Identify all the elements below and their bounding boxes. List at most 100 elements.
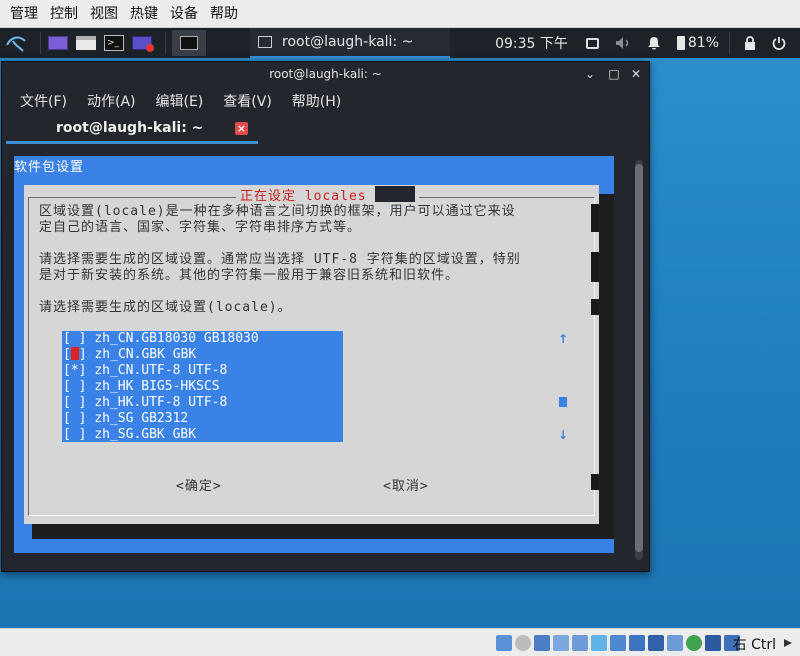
usb-icon[interactable] — [572, 635, 588, 651]
cancel-button[interactable]: <取消> — [383, 475, 429, 494]
terminal-icon — [258, 36, 272, 48]
minimize-button[interactable]: ⌄ — [580, 62, 600, 86]
description-line: 定自己的语言、国家、字符集、字符串排序方式等。 — [39, 220, 362, 235]
top-panel: >_ root@laugh-kali: ~ 09:35 下午 81% — [0, 28, 800, 58]
description-line: 请选择需要生成的区域设置。通常应当选择 UTF-8 字符集的区域设置，特别 — [39, 252, 521, 267]
locale-checkbox[interactable]: [ ] — [63, 411, 86, 426]
clock[interactable]: 09:35 下午 — [495, 33, 568, 53]
display-icon[interactable] — [585, 37, 599, 49]
edge-mark — [591, 252, 599, 282]
host-menu-devices[interactable]: 设备 — [164, 0, 204, 28]
screen-recorder-icon[interactable] — [131, 33, 154, 53]
host-menu-manage[interactable]: 管理 — [4, 0, 44, 28]
locale-checkbox[interactable]: [ ] — [63, 427, 86, 442]
panel-separator — [165, 32, 166, 54]
menu-actions[interactable]: 动作(A) — [81, 91, 142, 111]
locale-checkbox[interactable]: [] — [63, 347, 87, 362]
locale-checkbox[interactable]: [*] — [63, 363, 86, 378]
dialog-title: 正在设定 locales — [240, 188, 367, 204]
tab-active[interactable]: root@laugh-kali: ~ × — [6, 116, 258, 144]
network-icon[interactable] — [553, 635, 569, 651]
locale-row[interactable]: [ ] zh_SG GB2312 — [63, 411, 188, 427]
host-menu-hotkey[interactable]: 热键 — [124, 0, 164, 28]
guest-additions-icon[interactable] — [686, 635, 702, 651]
locale-row[interactable]: [ ] zh_SG.GBK GBK — [63, 427, 196, 443]
terminal-menubar: 文件(F) 动作(A) 编辑(E) 查看(V) 帮助(H) — [2, 88, 649, 114]
optical-drive-icon[interactable] — [515, 635, 531, 651]
mouse-integration-icon[interactable] — [705, 635, 721, 651]
locale-row[interactable]: [ ] zh_HK.UTF-8 UTF-8 — [63, 395, 227, 411]
menu-file[interactable]: 文件(F) — [14, 91, 73, 111]
scroll-position-icon — [558, 396, 568, 410]
workspace-switcher-icon[interactable] — [172, 30, 206, 56]
locale-row[interactable]: [ ] zh_CN.GB18030 GB18030 — [63, 331, 259, 347]
cursor — [70, 347, 79, 360]
terminal-scrollbar-thumb[interactable] — [635, 164, 643, 552]
close-window-button[interactable]: ✕ — [626, 62, 646, 86]
locale-name: zh_SG GB2312 — [94, 411, 189, 426]
host-key-arrow-icon — [784, 639, 792, 647]
show-desktop-icon[interactable] — [47, 33, 69, 53]
locale-name: zh_CN.GB18030 GB18030 — [94, 331, 259, 346]
host-menubar: 管理 控制 视图 热键 设备 帮助 — [0, 0, 800, 28]
maximize-button[interactable]: □ — [604, 62, 624, 86]
locale-checkbox[interactable]: [ ] — [63, 395, 86, 410]
locale-checkbox[interactable]: [ ] — [63, 379, 86, 394]
host-menu-view[interactable]: 视图 — [84, 0, 124, 28]
scroll-up-arrow-icon[interactable]: ↑ — [558, 332, 568, 346]
prompt-line: 请选择需要生成的区域设置(locale)。 — [39, 300, 292, 315]
panel-separator — [729, 32, 730, 54]
terminal-launcher-icon[interactable]: >_ — [103, 33, 125, 53]
taskbar-terminal-label: root@laugh-kali: ~ — [282, 34, 414, 50]
locale-name: zh_SG.GBK GBK — [94, 427, 197, 442]
locale-row[interactable]: [ ] zh_HK BIG5-HKSCS — [63, 379, 220, 395]
hard-disk-icon[interactable] — [496, 635, 512, 651]
file-manager-icon[interactable] — [75, 33, 97, 53]
locale-name: zh_CN.GBK GBK — [94, 347, 197, 362]
locale-row[interactable]: [] zh_CN.GBK GBK — [63, 347, 196, 363]
host-statusbar: 右 Ctrl — [0, 628, 800, 656]
menu-help[interactable]: 帮助(H) — [286, 91, 347, 111]
panel-separator — [40, 32, 41, 54]
audio-icon[interactable] — [534, 635, 550, 651]
locale-checkbox[interactable]: [ ] — [63, 331, 86, 346]
host-key-label: 右 Ctrl — [732, 637, 776, 653]
vm-status-icons — [493, 635, 740, 651]
description-line: 是对于新安装的系统。其他的字符集一般用于兼容旧系统和旧软件。 — [39, 268, 460, 283]
dialog-title-bar: 正在设定 locales — [236, 186, 419, 204]
edge-mark — [591, 299, 599, 315]
host-menu-help[interactable]: 帮助 — [204, 0, 244, 28]
edge-mark — [591, 474, 599, 490]
recording-icon[interactable] — [629, 635, 645, 651]
locale-name: zh_CN.UTF-8 UTF-8 — [94, 363, 228, 378]
locale-name: zh_HK BIG5-HKSCS — [94, 379, 220, 394]
battery-icon[interactable] — [676, 36, 685, 50]
ok-button[interactable]: <确定> — [176, 475, 222, 494]
shared-folders-icon[interactable] — [591, 635, 607, 651]
kali-menu-icon[interactable] — [4, 33, 28, 53]
description-line: 区域设置(locale)是一种在多种语言之间切换的框架，用户可以通过它来设 — [39, 204, 516, 219]
title-block — [374, 186, 415, 202]
virtualization-icon[interactable] — [667, 635, 683, 651]
locale-row[interactable]: [*] zh_CN.UTF-8 UTF-8 — [63, 363, 227, 379]
scroll-down-arrow-icon[interactable]: ↓ — [558, 428, 568, 442]
taskbar-terminal-button[interactable]: root@laugh-kali: ~ — [250, 28, 450, 58]
window-title: root@laugh-kali: ~ — [2, 62, 649, 86]
menu-edit[interactable]: 编辑(E) — [150, 91, 210, 111]
panel-tray: 09:35 下午 81% — [495, 28, 794, 58]
volume-icon[interactable] — [615, 36, 631, 50]
host-menu-control[interactable]: 控制 — [44, 0, 84, 28]
backdrop-title: 软件包设置 — [14, 160, 85, 175]
locale-name: zh_HK.UTF-8 UTF-8 — [94, 395, 228, 410]
notifications-bell-icon[interactable] — [647, 36, 661, 51]
tab-label: root@laugh-kali: ~ — [56, 120, 204, 136]
display-settings-icon[interactable] — [610, 635, 626, 651]
menu-view[interactable]: 查看(V) — [217, 91, 278, 111]
edge-mark — [591, 204, 599, 232]
lock-screen-icon[interactable] — [744, 36, 756, 50]
tab-close-icon[interactable]: × — [235, 122, 248, 135]
locale-checklist[interactable]: [ ] zh_CN.GB18030 GB18030 [] zh_CN.GBK G… — [62, 331, 343, 442]
power-icon[interactable] — [772, 36, 786, 50]
list-scrollbar[interactable]: ↑ ↓ — [558, 332, 568, 444]
cpu-icon[interactable] — [648, 635, 664, 651]
